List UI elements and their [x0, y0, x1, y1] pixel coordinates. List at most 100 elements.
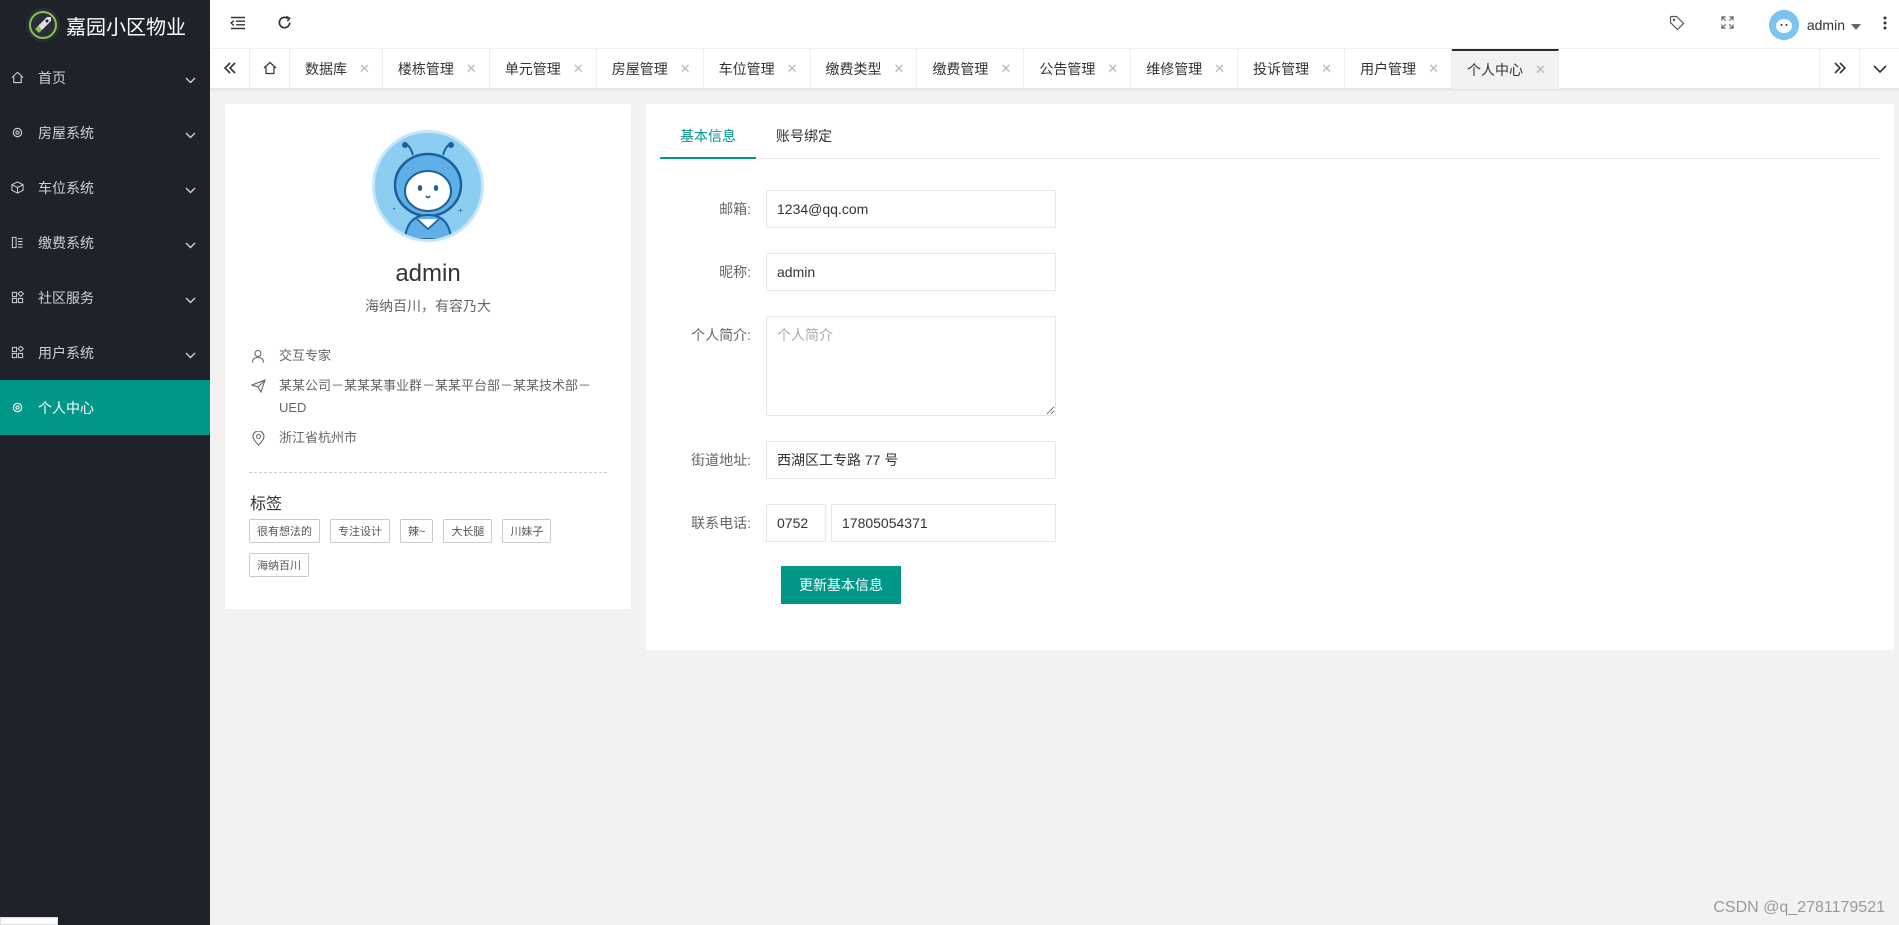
- close-icon[interactable]: ✕: [359, 61, 370, 77]
- tabs-scroll-right-button[interactable]: [1819, 49, 1859, 89]
- tab-profile[interactable]: 个人中心 ✕: [1451, 49, 1559, 89]
- tab-building[interactable]: 楼栋管理 ✕: [383, 49, 490, 89]
- close-icon[interactable]: ✕: [1321, 61, 1332, 77]
- indent-icon: [229, 16, 246, 33]
- sidebar-item-housing[interactable]: 房屋系统: [0, 105, 210, 160]
- chevron-down-icon: [185, 181, 196, 197]
- profile-motto: 海纳百川，有容乃大: [365, 298, 491, 314]
- top-header: admin: [210, 0, 1899, 49]
- sidebar-item-users[interactable]: 用户系统: [0, 325, 210, 380]
- tab-label: 个人中心: [1466, 62, 1523, 78]
- tab-account-binding[interactable]: 账号绑定: [756, 114, 852, 159]
- fullscreen-button[interactable]: [1715, 12, 1739, 36]
- sidebar-item-label: 车位系统: [38, 179, 94, 196]
- tag: 辣~: [400, 519, 434, 543]
- caret-down-icon: [1851, 17, 1861, 33]
- close-icon[interactable]: ✕: [573, 61, 584, 77]
- sidebar-item-community[interactable]: 社区服务: [0, 270, 210, 325]
- update-basic-info-button[interactable]: 更新基本信息: [781, 566, 901, 604]
- avatar: [1768, 10, 1799, 40]
- ledger-icon: [10, 236, 24, 250]
- sidebar-item-profile[interactable]: 个人中心: [0, 380, 210, 435]
- double-chevron-right-icon: [1833, 61, 1847, 77]
- tab-complaint[interactable]: 投诉管理 ✕: [1238, 49, 1346, 89]
- tag-icon: [1669, 15, 1685, 34]
- tab-label: 缴费类型: [825, 61, 882, 77]
- tab-database[interactable]: 数据库 ✕: [290, 49, 383, 89]
- tab-label: 缴费管理: [932, 61, 989, 77]
- tag: 海纳百川: [249, 553, 309, 577]
- bio-textarea[interactable]: [766, 316, 1056, 416]
- profile-title-row: 交互专家: [249, 345, 331, 367]
- close-icon[interactable]: ✕: [894, 61, 905, 77]
- tab-label: 投诉管理: [1253, 61, 1310, 77]
- close-icon[interactable]: ✕: [1428, 61, 1439, 77]
- tab-notice[interactable]: 公告管理 ✕: [1024, 49, 1132, 89]
- nickname-field[interactable]: [766, 253, 1056, 291]
- tab-unit[interactable]: 单元管理 ✕: [490, 49, 597, 89]
- tab-basic-info[interactable]: 基本信息: [660, 114, 756, 159]
- bio-label: 个人简介:: [691, 327, 751, 343]
- address-label: 街道地址:: [691, 452, 751, 468]
- watermark: CSDN @q_2781179521: [1713, 899, 1885, 916]
- address-field[interactable]: [766, 441, 1056, 479]
- user-menu[interactable]: admin: [1768, 10, 1861, 40]
- tab-label: 房屋管理: [611, 61, 668, 77]
- refresh-icon: [277, 15, 292, 33]
- gear-icon: [10, 126, 24, 140]
- theme-button[interactable]: [1665, 12, 1689, 36]
- more-button[interactable]: [1873, 12, 1897, 36]
- tag: 川妹子: [502, 519, 552, 543]
- app-logo[interactable]: 嘉园小区物业: [0, 0, 210, 50]
- app-title: 嘉园小区物业: [66, 16, 186, 39]
- more-vertical-icon: [1883, 16, 1887, 33]
- chevron-down-icon: [185, 236, 196, 252]
- close-icon[interactable]: ✕: [1000, 61, 1011, 77]
- close-icon[interactable]: ✕: [1107, 61, 1118, 77]
- location-pin-icon: [249, 427, 267, 449]
- sidebar-item-label: 房屋系统: [38, 124, 94, 141]
- phone-area-code-field[interactable]: [766, 504, 826, 542]
- tabs-menu-button[interactable]: [1859, 49, 1899, 89]
- tab-fee-type[interactable]: 缴费类型 ✕: [811, 49, 918, 89]
- close-icon[interactable]: ✕: [466, 61, 477, 77]
- phone-number-field[interactable]: [831, 504, 1056, 542]
- sidebar-item-parking[interactable]: 车位系统: [0, 160, 210, 215]
- sidebar-item-home[interactable]: 首页: [0, 50, 210, 105]
- refresh-button[interactable]: [272, 12, 296, 36]
- chevron-down-icon: [185, 71, 196, 87]
- phone-label: 联系电话:: [691, 515, 751, 531]
- tab-label: 单元管理: [504, 61, 561, 77]
- tab-parking[interactable]: 车位管理 ✕: [704, 49, 811, 89]
- home-icon: [263, 61, 277, 78]
- close-icon[interactable]: ✕: [1214, 61, 1225, 77]
- sidebar-item-label: 用户系统: [38, 344, 94, 361]
- tab-repair[interactable]: 维修管理 ✕: [1131, 49, 1239, 89]
- close-icon[interactable]: ✕: [787, 61, 798, 77]
- tabs-scroll-left-button[interactable]: [210, 49, 250, 89]
- tag: 大长腿: [443, 519, 493, 543]
- settings-tabs: 基本信息 账号绑定: [660, 114, 1880, 159]
- profile-name: admin: [395, 260, 461, 287]
- chevron-down-icon: [185, 291, 196, 307]
- chevron-down-icon: [185, 126, 196, 142]
- tab-home-button[interactable]: [250, 49, 290, 89]
- tab-user[interactable]: 用户管理 ✕: [1345, 49, 1452, 89]
- address-row: 街道地址:: [646, 441, 1056, 479]
- sidebar-item-label: 社区服务: [38, 289, 94, 306]
- svg-text:+: +: [458, 206, 463, 215]
- tags-title: 标签: [250, 496, 283, 513]
- collapse-menu-button[interactable]: [226, 12, 250, 36]
- close-icon[interactable]: ✕: [680, 61, 691, 77]
- sidebar-item-label: 首页: [38, 69, 66, 86]
- email-field[interactable]: [766, 190, 1056, 228]
- tab-house[interactable]: 房屋管理 ✕: [597, 49, 704, 89]
- sidebar: 嘉园小区物业 首页 房屋系统 车位系统 缴费系统 社区服务 用户系统 个人中心: [0, 0, 210, 925]
- settings-card: 基本信息 账号绑定 邮箱: 昵称: 个人简介: 街道地址: 联系电话: 更新基本…: [646, 104, 1894, 650]
- user-icon: [249, 345, 267, 367]
- cube-icon: [10, 181, 24, 195]
- rocket-logo-icon: [26, 8, 60, 42]
- sidebar-item-payment[interactable]: 缴费系统: [0, 215, 210, 270]
- tab-fee-manage[interactable]: 缴费管理 ✕: [917, 49, 1025, 89]
- close-icon[interactable]: ✕: [1535, 62, 1546, 78]
